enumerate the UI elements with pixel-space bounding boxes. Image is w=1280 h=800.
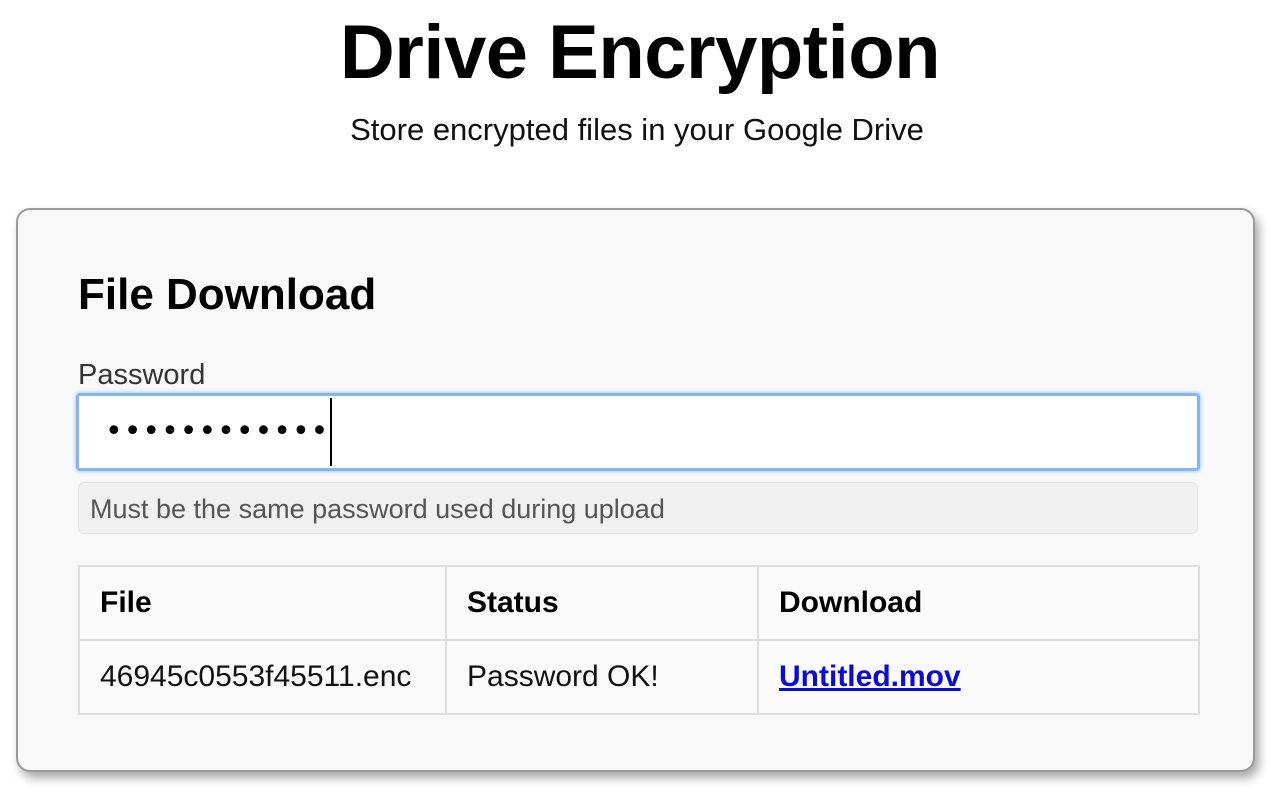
file-name-cell: 46945c0553f45511.enc (78, 639, 447, 715)
download-link[interactable]: Untitled.mov (779, 660, 961, 693)
column-header-file: File (78, 565, 447, 641)
page: Drive Encryption Store encrypted files i… (0, 0, 1280, 800)
table-row: 46945c0553f45511.enc Password OK! Untitl… (78, 639, 1200, 715)
app-subtitle: Store encrypted files in your Google Dri… (350, 112, 924, 147)
status-cell: Password OK! (445, 639, 759, 715)
panel-title: File Download (78, 270, 377, 319)
download-cell: Untitled.mov (757, 639, 1200, 715)
text-caret (330, 398, 333, 466)
file-download-panel: File Download Password •••••••••••• Must… (16, 208, 1255, 772)
table-header-row: File Status Download (78, 565, 1200, 641)
password-masked-value: •••••••••••• (105, 414, 330, 449)
files-table: File Status Download 46945c0553f45511.en… (78, 565, 1200, 715)
password-label: Password (78, 359, 206, 391)
column-header-status: Status (445, 565, 759, 641)
app-title: Drive Encryption (339, 10, 941, 95)
column-header-download: Download (757, 565, 1200, 641)
password-help-text: Must be the same password used during up… (78, 482, 1198, 534)
password-input[interactable]: •••••••••••• (76, 393, 1200, 471)
